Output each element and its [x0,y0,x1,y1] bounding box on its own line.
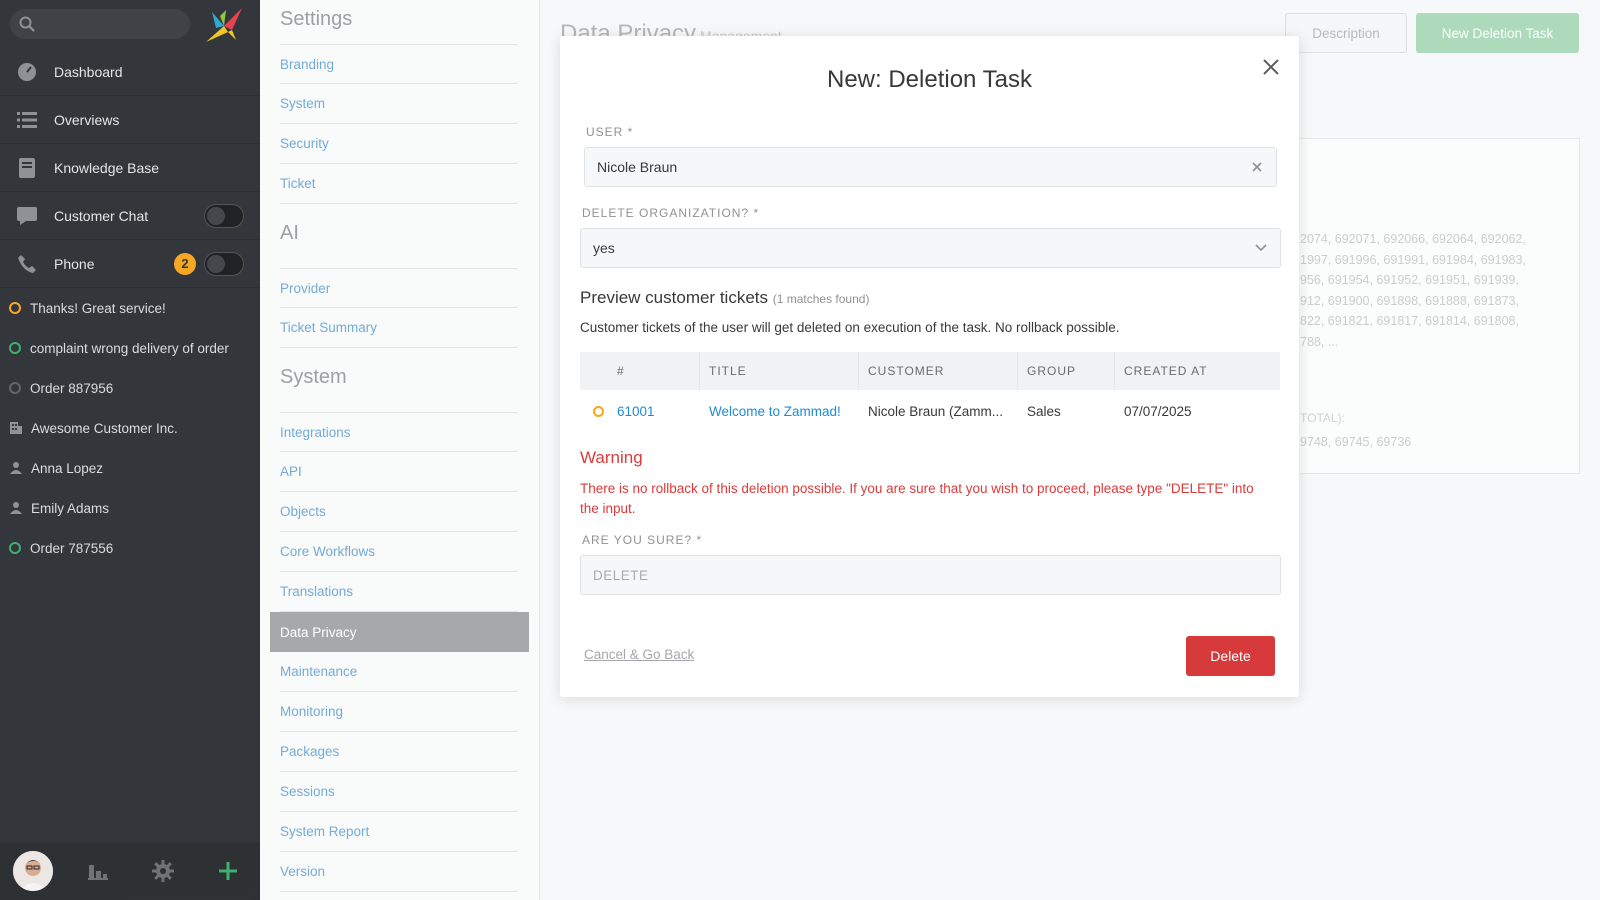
confirm-delete-field[interactable] [580,555,1281,595]
ticket-number-cell: 61001 [580,390,700,432]
delete-button[interactable]: Delete [1186,636,1275,676]
ticket-customer-cell: Nicole Braun (Zamm... [868,403,1004,419]
close-icon[interactable] [1260,56,1282,78]
confirm-field-label: ARE YOU SURE? * [582,533,703,547]
user-field[interactable]: Nicole Braun [584,147,1277,187]
preview-match-count: (1 matches found) [772,292,870,306]
preview-tickets-table: # TITLE CUSTOMER GROUP CREATED AT 61001 … [580,352,1280,432]
ticket-title-cell: Welcome to Zammad! [700,390,859,432]
warning-text: There is no rollback of this deletion po… [580,481,1254,516]
column-header-number[interactable]: # [580,352,700,390]
column-header-customer[interactable]: CUSTOMER [859,352,1018,390]
ticket-created-at-cell: 07/07/2025 [1124,403,1192,419]
delete-organization-select[interactable]: yes [580,228,1281,268]
user-field-value: Nicole Braun [597,159,678,175]
confirm-delete-input[interactable] [593,567,1280,583]
chevron-down-icon [1255,244,1267,252]
table-header: # TITLE CUSTOMER GROUP CREATED AT [580,352,1280,390]
cancel-go-back-link[interactable]: Cancel & Go Back [584,647,694,662]
preview-description: Customer tickets of the user will get de… [580,320,1120,335]
preview-title: Preview customer tickets [580,288,768,307]
pending-status-icon [593,405,604,417]
ticket-number-link[interactable]: 61001 [617,404,655,419]
delete-organization-label: DELETE ORGANIZATION? * [582,206,760,220]
modal-title: New: Deletion Task [827,66,1032,93]
user-field-label: USER * [586,125,634,139]
delete-organization-value: yes [593,240,615,256]
ticket-group-cell: Sales [1027,403,1061,419]
column-header-title[interactable]: TITLE [700,352,859,390]
clear-icon[interactable] [1250,160,1264,174]
new-deletion-task-modal: New: Deletion Task USER * Nicole Braun D… [560,36,1299,697]
warning-heading: Warning [580,448,643,467]
ticket-title-link[interactable]: Welcome to Zammad! [709,404,841,419]
table-row[interactable]: 61001 Welcome to Zammad! Nicole Braun (Z… [580,390,1280,432]
preview-heading: Preview customer tickets (1 matches foun… [580,288,869,308]
column-header-group[interactable]: GROUP [1018,352,1115,390]
column-header-created-at[interactable]: CREATED AT [1115,352,1280,390]
